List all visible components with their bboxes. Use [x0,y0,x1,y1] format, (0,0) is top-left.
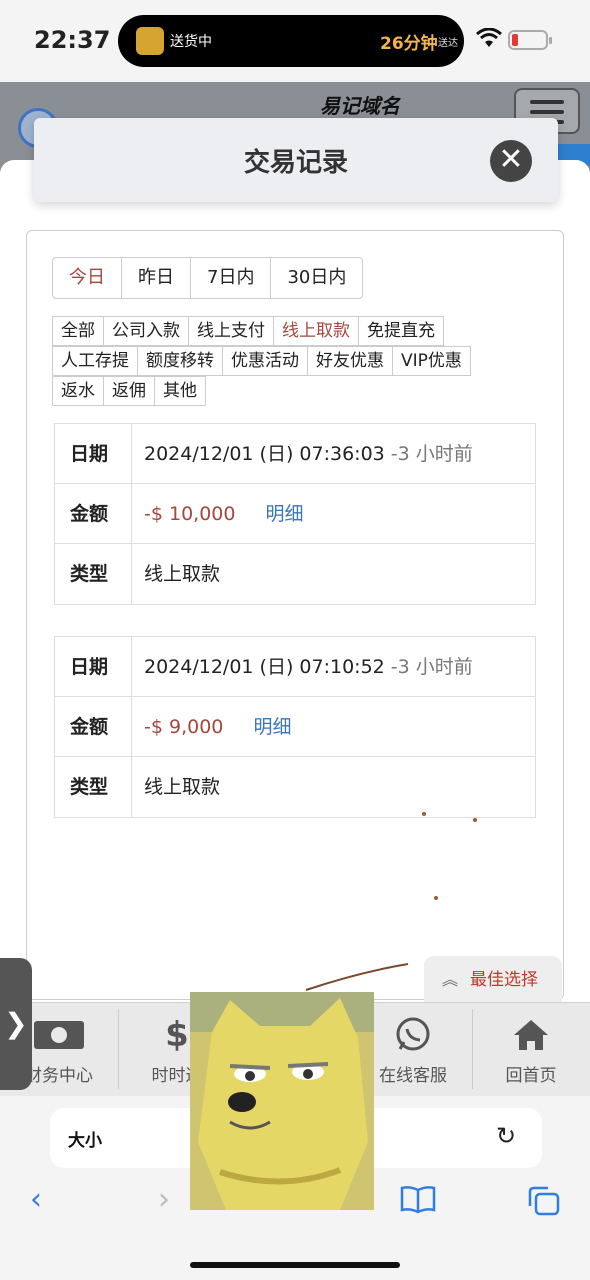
filter-vip-bonus[interactable]: VIP优惠 [392,346,471,376]
close-icon: ✕ [498,142,524,177]
side-drawer-toggle[interactable]: ❯ [0,958,32,1090]
filter-commission[interactable]: 返佣 [103,376,155,406]
site-title: 易记域名 [320,94,400,118]
clock: 22:37 [34,26,111,54]
filter-row-1: 全部 公司入款 线上支付 线上取款 免提直充 [52,316,532,346]
home-icon [514,1020,548,1050]
nav-label: 回首页 [505,1066,557,1086]
tab-yesterday[interactable]: 昨日 [122,258,191,298]
back-button[interactable]: ‹ [30,1182,42,1217]
filter-row-3: 返水 返佣 其他 [52,376,532,406]
transaction-record: 日期 2024/12/01 (日) 07:10:52 -3 小时前 金额 -$ … [54,636,536,818]
filter-company-deposit[interactable]: 公司入款 [103,316,189,346]
amount-value: -$ 10,000 明细 [132,484,535,543]
date-value: 2024/12/01 (日) 07:10:52 -3 小时前 [132,637,535,696]
filter-row-2: 人工存提 额度移转 优惠活动 好友优惠 VIP优惠 [52,346,532,376]
doge-meme-sticker [190,992,374,1210]
date-range-tabs: 今日 昨日 7日内 30日内 [52,257,364,299]
chevron-right-icon: ❯ [4,1007,28,1040]
nav-home[interactable]: 回首页 [472,1003,590,1097]
date-label: 日期 [55,637,132,696]
filter-transfer[interactable]: 额度移转 [137,346,223,376]
type-value: 线上取款 [144,563,221,585]
live-activity-label: 送货中 [170,34,212,50]
transaction-record: 日期 2024/12/01 (日) 07:36:03 -3 小时前 金额 -$ … [54,423,536,605]
date-text: 2024/12/01 (日) 07:10:52 [144,656,385,678]
eta-suffix: 送达 [438,38,458,49]
filter-manual[interactable]: 人工存提 [52,346,138,376]
filter-promotion[interactable]: 优惠活动 [222,346,308,376]
double-chevron-up-icon: ︽ [442,970,459,989]
home-indicator [190,1262,400,1268]
close-button[interactable]: ✕ [490,140,532,182]
text-size-button[interactable]: 大小 [68,1126,102,1151]
modal-header: 交易记录 [34,118,558,202]
detail-link[interactable]: 明细 [266,503,304,525]
status-bar: 22:37 送货中 26分钟 送达 [0,0,590,82]
dynamic-island[interactable]: 送货中 26分钟 送达 [118,15,464,67]
detail-link[interactable]: 明细 [253,716,291,738]
filter-online-withdrawal[interactable]: 线上取款 [273,316,359,346]
date-text: 2024/12/01 (日) 07:36:03 [144,443,385,465]
type-label: 类型 [55,544,132,604]
delivery-icon [136,27,164,55]
filter-other[interactable]: 其他 [154,376,206,406]
tab-today[interactable]: 今日 [53,258,122,298]
type-value: 线上取款 [144,776,221,798]
date-value: 2024/12/01 (日) 07:36:03 -3 小时前 [132,424,535,483]
bookmarks-button[interactable] [398,1184,438,1214]
best-choice-label: 最佳选择 [470,970,538,990]
filter-friend-bonus[interactable]: 好友优惠 [307,346,393,376]
amount-value: -$ 9,000 明细 [132,697,535,756]
amount-text: -$ 9,000 [144,716,224,738]
amount-label: 金额 [55,697,132,756]
filter-online-payment[interactable]: 线上支付 [188,316,274,346]
forward-button[interactable]: › [158,1182,170,1217]
date-label: 日期 [55,424,132,483]
reload-icon[interactable]: ↻ [496,1122,516,1150]
filter-rebate[interactable]: 返水 [52,376,104,406]
tab-30-days[interactable]: 30日内 [271,258,362,298]
modal-title: 交易记录 [243,148,348,178]
wifi-icon [476,28,502,47]
best-choice-button[interactable]: ︽ 最佳选择 [424,956,562,1002]
type-label: 类型 [55,757,132,817]
relative-time: -3 小时前 [390,656,473,678]
chevron-right-icon: › [158,1182,170,1217]
filter-direct-topup[interactable]: 免提直充 [358,316,444,346]
relative-time: -3 小时前 [390,443,473,465]
amount-text: -$ 10,000 [144,503,236,525]
chevron-left-icon: ‹ [30,1182,42,1217]
battery-icon [508,30,552,50]
tab-7-days[interactable]: 7日内 [191,258,272,298]
filter-all[interactable]: 全部 [52,316,104,346]
amount-label: 金额 [55,484,132,543]
tabs-button[interactable] [526,1184,562,1218]
eta-value: 26分钟 [380,34,438,54]
